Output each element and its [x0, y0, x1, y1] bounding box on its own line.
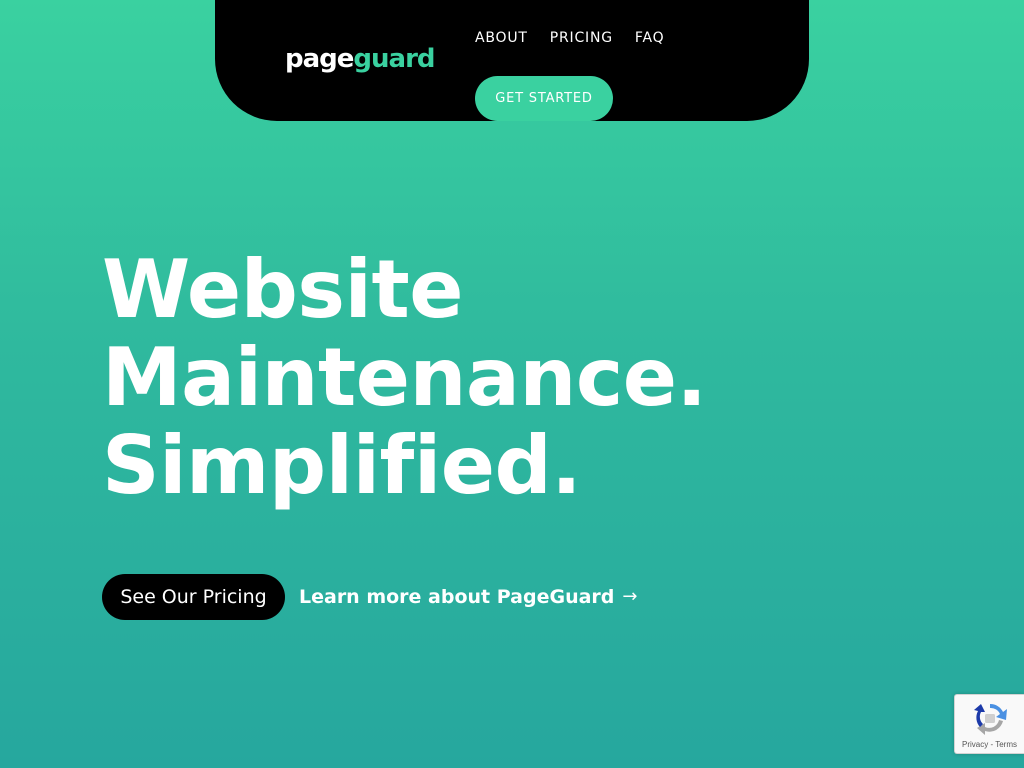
nav-links: ABOUT PRICING FAQ: [475, 29, 664, 47]
recaptcha-terms-link[interactable]: Terms: [995, 740, 1017, 749]
learn-more-label: Learn more about PageGuard: [299, 586, 615, 608]
learn-more-link[interactable]: Learn more about PageGuard →: [299, 584, 637, 610]
logo-word-page: page: [285, 44, 354, 74]
get-started-button[interactable]: GET STARTED: [475, 76, 613, 121]
nav-link-about[interactable]: ABOUT: [475, 29, 528, 47]
hero-headline: Website Maintenance. Simplified.: [102, 243, 707, 512]
recaptcha-links: Privacy - Terms: [955, 740, 1024, 749]
recaptcha-badge[interactable]: Privacy - Terms: [954, 694, 1024, 754]
recaptcha-icon: [974, 703, 1007, 735]
nav-link-faq[interactable]: FAQ: [635, 29, 665, 47]
headline-line-2: Maintenance.: [102, 331, 707, 424]
nav-link-pricing[interactable]: PRICING: [550, 29, 613, 47]
see-our-pricing-button[interactable]: See Our Pricing: [102, 574, 285, 620]
pageguard-logo[interactable]: pageguard: [285, 44, 436, 74]
recaptcha-privacy-link[interactable]: Privacy: [962, 740, 988, 749]
headline-line-1: Website: [102, 243, 463, 336]
arrow-right-icon: →: [622, 586, 638, 607]
logo-word-guard: guard: [353, 44, 435, 74]
headline-line-3: Simplified.: [102, 419, 582, 512]
top-navbar: pageguard ABOUT PRICING FAQ GET STARTED: [215, 0, 809, 121]
